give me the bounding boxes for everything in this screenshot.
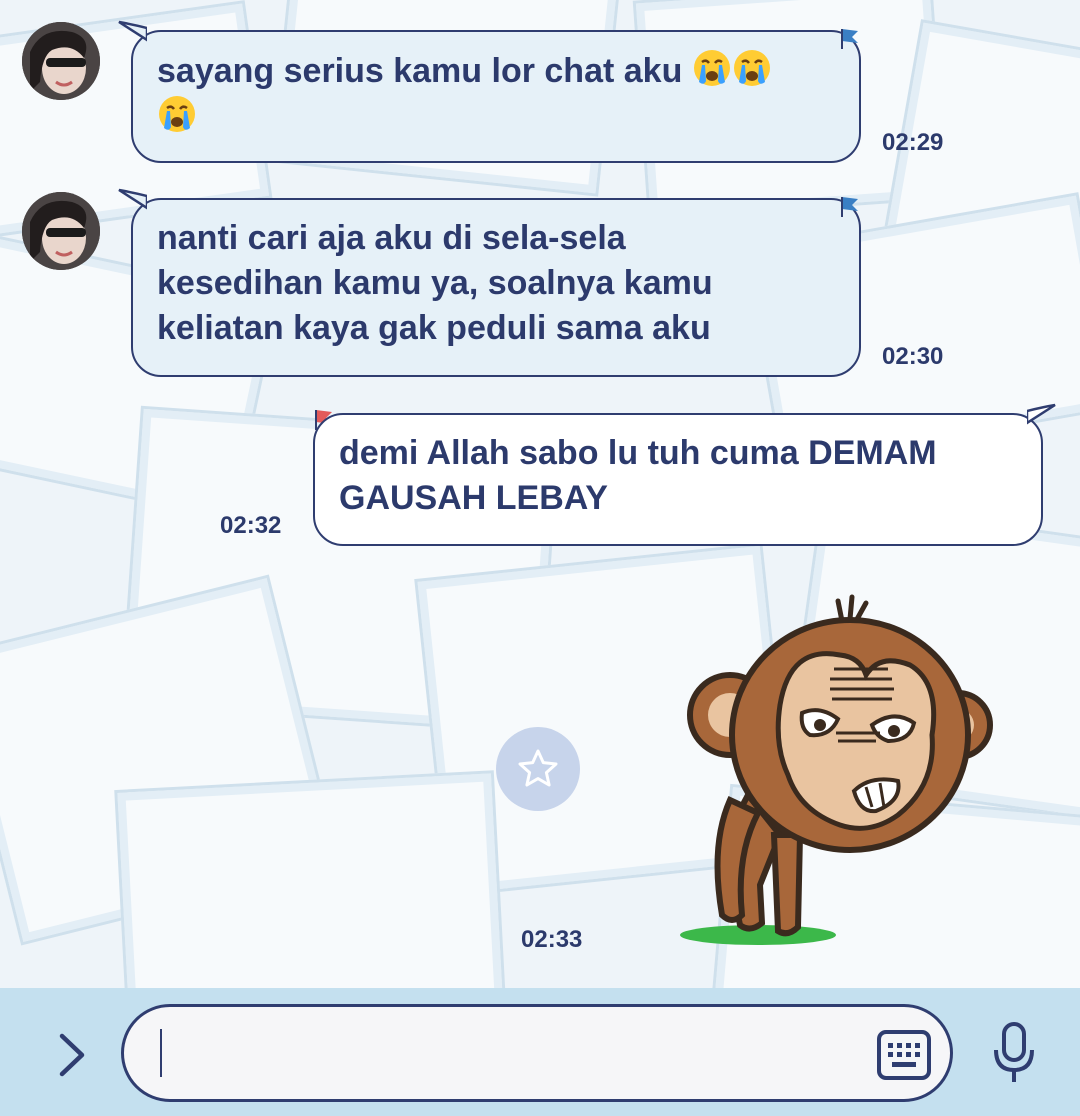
bubble-tail bbox=[118, 188, 147, 210]
message-time: 02:29 bbox=[882, 129, 944, 156]
message-time: 02:33 bbox=[521, 926, 583, 953]
contact-avatar[interactable] bbox=[22, 22, 100, 100]
message-text-line: nanti cari aja aku di sela-sela bbox=[157, 219, 626, 257]
message-time: 02:30 bbox=[882, 343, 944, 370]
message-text-line: kesedihan kamu ya, soalnya kamu bbox=[157, 264, 713, 302]
microphone-icon[interactable] bbox=[990, 1020, 1038, 1086]
message-bubble-incoming[interactable]: sayang serius kamu lor chat aku bbox=[118, 20, 861, 163]
bubble-tail bbox=[118, 20, 147, 42]
crying-face-icon bbox=[733, 50, 770, 86]
message-time: 02:32 bbox=[220, 512, 282, 539]
message-input-field[interactable] bbox=[121, 1004, 953, 1102]
message-bubble-incoming[interactable]: nanti cari aja aku di sela-sela kesediha… bbox=[118, 188, 861, 377]
tired-monkey-sticker[interactable] bbox=[670, 585, 1000, 955]
bubble-tail bbox=[1027, 403, 1056, 425]
message-text-line: GAUSAH LEBAY bbox=[339, 479, 608, 517]
chevron-right-icon[interactable] bbox=[56, 1030, 88, 1080]
text-cursor bbox=[160, 1029, 162, 1077]
crying-face-icon bbox=[693, 50, 730, 86]
crying-face-icon bbox=[159, 96, 195, 132]
star-icon bbox=[518, 749, 558, 787]
flag-icon bbox=[841, 29, 858, 49]
favorite-star-button[interactable] bbox=[496, 727, 580, 811]
keyboard-icon[interactable] bbox=[876, 1029, 932, 1081]
message-text-line: demi Allah sabo lu tuh cuma DEMAM bbox=[339, 434, 937, 472]
message-text: sayang serius kamu lor chat aku bbox=[157, 52, 692, 90]
flag-icon bbox=[841, 197, 858, 217]
message-text-line: keliatan kaya gak peduli sama aku bbox=[157, 309, 711, 347]
contact-avatar[interactable] bbox=[22, 192, 100, 270]
message-bubble-outgoing[interactable]: demi Allah sabo lu tuh cuma DEMAM GAUSAH… bbox=[313, 403, 1056, 546]
message-input[interactable] bbox=[168, 1027, 858, 1081]
